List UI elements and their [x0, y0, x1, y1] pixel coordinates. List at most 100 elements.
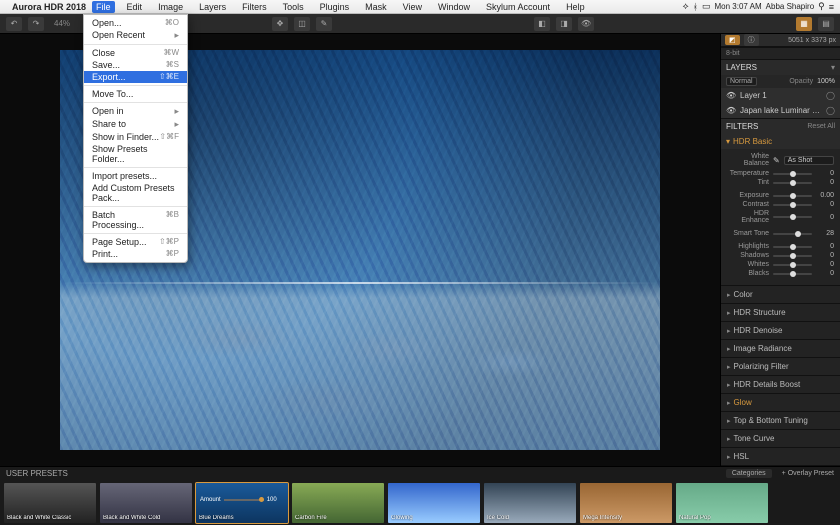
histogram-toggle-button[interactable]: ▦	[796, 17, 812, 31]
filter-hsl[interactable]: ▸HSL	[721, 448, 840, 466]
menu-mask[interactable]: Mask	[361, 1, 391, 13]
slider-exposure[interactable]: Exposure0.00	[727, 192, 834, 199]
file-menu-export[interactable]: Export...⇧⌘E	[84, 71, 187, 83]
preset-glowing[interactable]: Glowing	[388, 483, 480, 523]
file-menu-open-recent[interactable]: Open Recent▸	[84, 29, 187, 42]
filter-hdr-denoise[interactable]: ▸HDR Denoise	[721, 322, 840, 340]
filter-hdr-structure[interactable]: ▸HDR Structure	[721, 304, 840, 322]
bluetooth-icon[interactable]: ᚼ	[693, 2, 698, 12]
slider-highlights[interactable]: Highlights0	[727, 243, 834, 250]
layer-opacity-value[interactable]: 100%	[817, 78, 835, 85]
layer-row[interactable]: 👁Layer 1◯	[721, 88, 840, 103]
file-menu-print[interactable]: Print...⌘P	[84, 248, 187, 260]
preset-ice-cold[interactable]: Ice Cold	[484, 483, 576, 523]
chevron-right-icon: ▸	[727, 381, 731, 389]
filter-polarizing-filter[interactable]: ▸Polarizing Filter	[721, 358, 840, 376]
file-menu-save[interactable]: Save...⌘S	[84, 59, 187, 71]
panel-toggle-button[interactable]: ▤	[818, 17, 834, 31]
zoom-level[interactable]: 44%	[54, 19, 70, 28]
chevron-right-icon: ▸	[727, 417, 731, 425]
slider-shadows[interactable]: Shadows0	[727, 252, 834, 259]
layer-mask-icon[interactable]: ◯	[826, 91, 835, 100]
reset-all-button[interactable]: Reset All	[807, 123, 835, 130]
overlay-preset-button[interactable]: + Overlay Preset	[782, 470, 834, 477]
menu-file[interactable]: File	[92, 1, 115, 13]
layer-row[interactable]: 👁Japan lake Luminar DSC001...◯	[721, 103, 840, 118]
preset-natural-pop[interactable]: Natural Pop	[676, 483, 768, 523]
wifi-icon[interactable]: ⟡	[683, 1, 689, 12]
hand-tool-button[interactable]: ✥	[272, 17, 288, 31]
slider-tint[interactable]: Tint0	[727, 179, 834, 186]
filter-color[interactable]: ▸Color	[721, 286, 840, 304]
preset-black-and-white-classic[interactable]: Black and White Classic	[4, 483, 96, 523]
slider-hdr-enhance[interactable]: HDR Enhance0	[727, 210, 834, 224]
menu-help[interactable]: Help	[562, 1, 589, 13]
redo-button[interactable]: ↷	[28, 17, 44, 31]
visibility-toggle-icon[interactable]: 👁	[726, 91, 736, 100]
blend-mode-select[interactable]: Normal	[726, 77, 757, 86]
undo-button[interactable]: ↶	[6, 17, 22, 31]
spotlight-icon[interactable]: ⚲	[818, 1, 825, 12]
menubar-user[interactable]: Abba Shapiro	[766, 2, 814, 11]
slider-smart-tone[interactable]: Smart Tone28	[727, 230, 834, 237]
file-menu-close[interactable]: Close⌘W	[84, 47, 187, 59]
chevron-right-icon: ▸	[727, 291, 731, 299]
eyedropper-icon[interactable]: ✎	[773, 156, 780, 165]
preset-carbon-fire[interactable]: Carbon Fire	[292, 483, 384, 523]
before-after-button[interactable]: ◨	[556, 17, 572, 31]
menu-window[interactable]: Window	[434, 1, 474, 13]
menu-filters[interactable]: Filters	[238, 1, 271, 13]
crop-tool-button[interactable]: ◫	[294, 17, 310, 31]
chevron-right-icon: ▸	[727, 327, 731, 335]
menu-plugins[interactable]: Plugins	[316, 1, 354, 13]
menubar-time[interactable]: Mon 3:07 AM	[715, 2, 762, 11]
file-menu-show-presets-folder[interactable]: Show Presets Folder...	[84, 143, 187, 165]
file-menu-batch-processing[interactable]: Batch Processing...⌘B	[84, 209, 187, 231]
file-menu-move-to[interactable]: Move To...	[84, 88, 187, 100]
categories-button[interactable]: Categories	[726, 469, 772, 478]
filter-image-radiance[interactable]: ▸Image Radiance	[721, 340, 840, 358]
filters-section-header[interactable]: FILTERS Reset All	[721, 119, 840, 134]
menu-image[interactable]: Image	[154, 1, 187, 13]
presets-title: USER PRESETS	[6, 469, 68, 478]
menu-layers[interactable]: Layers	[195, 1, 230, 13]
slider-whites[interactable]: Whites0	[727, 261, 834, 268]
menu-view[interactable]: View	[399, 1, 426, 13]
file-menu-open[interactable]: Open...⌘O	[84, 17, 187, 29]
filter-hdr-details-boost[interactable]: ▸HDR Details Boost	[721, 376, 840, 394]
slider-temperature[interactable]: Temperature0	[727, 170, 834, 177]
file-menu-show-in-finder[interactable]: Show in Finder...⇧⌘F	[84, 131, 187, 143]
visibility-toggle-icon[interactable]: 👁	[726, 106, 736, 115]
file-menu-page-setup[interactable]: Page Setup...⇧⌘P	[84, 236, 187, 248]
file-menu-open-in[interactable]: Open in▸	[84, 105, 187, 118]
eyedropper-button[interactable]: ✎	[316, 17, 332, 31]
slider-blacks[interactable]: Blacks0	[727, 270, 834, 277]
bit-depth-label: 8-bit	[726, 50, 740, 57]
preset-blue-dreams[interactable]: Blue DreamsAmount100	[196, 483, 288, 523]
notification-center-icon[interactable]: ≡	[829, 2, 834, 12]
filter-top-bottom-tuning[interactable]: ▸Top & Bottom Tuning	[721, 412, 840, 430]
file-menu-add-custom-presets-pack[interactable]: Add Custom Presets Pack...	[84, 182, 187, 204]
menu-tools[interactable]: Tools	[279, 1, 308, 13]
preset-mega-intensity[interactable]: Mega Intensity	[580, 483, 672, 523]
filter-tone-curve[interactable]: ▸Tone Curve	[721, 430, 840, 448]
file-menu-share-to[interactable]: Share to▸	[84, 118, 187, 131]
white-balance-select[interactable]: As Shot	[784, 156, 834, 165]
chevron-right-icon: ▸	[727, 435, 731, 443]
layer-mask-icon[interactable]: ◯	[826, 106, 835, 115]
menu-edit[interactable]: Edit	[123, 1, 147, 13]
layers-section-header[interactable]: LAYERS ▾	[721, 60, 840, 75]
hdr-basic-header[interactable]: ▾ HDR Basic	[721, 134, 840, 149]
quick-preview-button[interactable]: 👁	[578, 17, 594, 31]
file-menu-dropdown: Open...⌘OOpen Recent▸ Close⌘WSave...⌘SExp…	[83, 14, 188, 263]
image-dimensions: 5051 x 3373 px	[788, 37, 836, 44]
slider-contrast[interactable]: Contrast0	[727, 201, 834, 208]
filter-glow[interactable]: ▸Glow	[721, 394, 840, 412]
info-tab[interactable]: ⓘ	[744, 34, 759, 46]
menu-skylum-account[interactable]: Skylum Account	[482, 1, 554, 13]
preset-black-and-white-cold[interactable]: Black and White Cold	[100, 483, 192, 523]
file-menu-import-presets[interactable]: Import presets...	[84, 170, 187, 182]
histogram-tab[interactable]: ◩	[725, 35, 740, 45]
compare-button[interactable]: ◧	[534, 17, 550, 31]
battery-icon[interactable]: ▭	[702, 1, 711, 12]
